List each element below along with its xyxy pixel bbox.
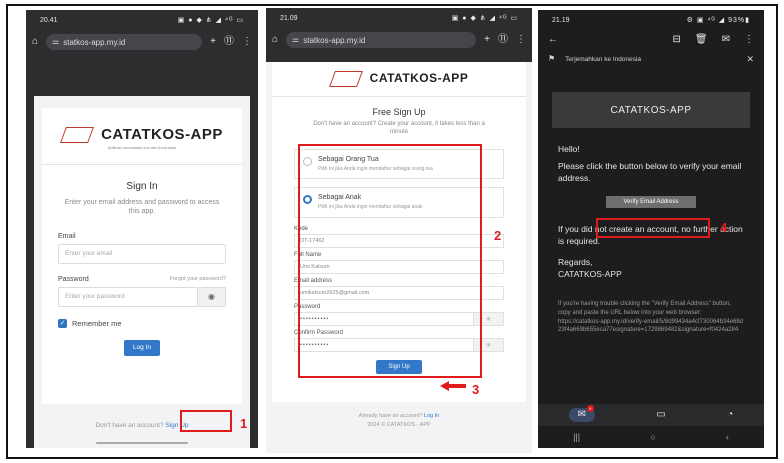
page-description: Don't have an account? Create your accou…	[313, 121, 485, 135]
email-regards: Regards,	[558, 257, 593, 268]
meet-icon[interactable]: ◔	[727, 410, 733, 420]
system-nav-bar: ||| ○ ‹	[538, 426, 764, 448]
email-instruction: Please click the button below to verify …	[558, 161, 742, 183]
url-text: statkos-app.my.id	[63, 37, 126, 47]
logo-mark-icon	[61, 124, 93, 144]
archive-icon[interactable]: ⊟	[673, 35, 681, 45]
browser-menu-icon[interactable]: ⋮	[516, 35, 526, 45]
password-label: Password	[58, 275, 89, 283]
sign-in-page: CATATKOS-APP Aplikasi pencatatan kos dan…	[34, 96, 250, 448]
home-button-icon[interactable]: ○	[650, 432, 655, 442]
browser-url-bar: ⌂ ⚌ statkos-app.my.id + ⑪ ⋮	[266, 28, 532, 52]
translate-text[interactable]: Terjemahkan ke Indonesia	[565, 56, 641, 63]
remember-me[interactable]: ✓ Remember me	[58, 318, 226, 328]
already-account-text: Already have an account?	[358, 413, 423, 419]
translate-bar[interactable]: ⚑ Terjemahkan ke Indonesia ✕	[538, 50, 764, 68]
remember-checkbox-icon[interactable]: ✓	[58, 318, 67, 328]
remember-label: Remember me	[72, 318, 122, 328]
status-time: 21.09	[280, 14, 298, 22]
logo-text: CATATKOS-APP	[369, 71, 469, 85]
verify-url-link[interactable]: https://catatkos-app.my.id/verify-email/…	[558, 318, 744, 334]
tabs-count-icon[interactable]: ⑪	[498, 35, 508, 45]
home-indicator	[96, 442, 188, 444]
back-arrow-icon[interactable]: ←	[548, 35, 558, 45]
site-settings-icon[interactable]: ⚌	[292, 36, 299, 44]
mail-tab[interactable]: ✉ 9	[568, 405, 595, 422]
status-time: 21.19	[552, 16, 570, 24]
annotation-number-3: 3	[472, 382, 480, 397]
close-icon[interactable]: ✕	[746, 54, 754, 64]
copyright-text: 2024 © CATATKOS - APP	[367, 421, 431, 428]
sign-up-footer: Already have an account? Log In 2024 © C…	[266, 412, 532, 430]
logo-text: CATATKOS-APP	[101, 125, 223, 143]
more-menu-icon[interactable]: ⋮	[744, 35, 754, 45]
recents-icon[interactable]: |||	[573, 432, 580, 442]
mail-bottom-nav: ✉ 9 ▭ ◔	[538, 404, 764, 426]
annotation-box-form	[298, 144, 482, 378]
new-tab-icon[interactable]: +	[210, 37, 216, 47]
home-icon[interactable]: ⌂	[272, 35, 278, 45]
no-account-text: Don't have an account?	[95, 422, 164, 429]
delete-icon[interactable]: 🗑	[695, 35, 708, 45]
status-bar: 21.09 ▣ ● ◆ ⋔ ◢ ⁴ᴳ ▭	[266, 8, 532, 28]
sign-in-card: CATATKOS-APP Aplikasi pencatatan kos dan…	[42, 108, 242, 404]
status-icons: ▣ ● ◆ ⋔ ◢ ⁴ᴳ ▭	[451, 15, 518, 22]
url-field[interactable]: ⚌ statkos-app.my.id	[46, 34, 203, 50]
log-in-link[interactable]: Log In	[424, 413, 439, 419]
status-time: 20.41	[40, 16, 58, 24]
browser-menu-icon[interactable]: ⋮	[242, 37, 252, 47]
logo-subtitle: Aplikasi pencatatan kos dan kontrakan	[107, 145, 177, 150]
chat-icon[interactable]: ▭	[656, 410, 665, 420]
new-tab-icon[interactable]: +	[484, 35, 490, 45]
email-signature: CATATKOS-APP	[558, 268, 622, 279]
forgot-password-link[interactable]: Forgot your password?	[170, 276, 226, 283]
browser-url-bar: ⌂ ⚌ statkos-app.my.id + ⑪ ⋮	[26, 30, 258, 54]
divider	[272, 96, 526, 97]
mail-toolbar: ← ⊟ 🗑 ✉ ⋮	[538, 30, 764, 50]
page-title: Free Sign Up	[372, 107, 426, 117]
app-logo: CATATKOS-APP	[42, 124, 242, 144]
logo-mark-icon	[330, 68, 362, 88]
email-header: CATATKOS-APP	[552, 92, 750, 128]
status-icons: ▣ ● ◆ ⋔ ◢ ⁴ᴳ ▭	[177, 17, 244, 24]
page-description: Enter your email address and password to…	[64, 199, 220, 216]
email-input[interactable]: Enter your email	[58, 243, 226, 264]
verify-email-button[interactable]: Verify Email Address	[606, 196, 696, 209]
password-input[interactable]: Enter your password	[58, 286, 198, 307]
mail-icon: ✉	[577, 409, 586, 420]
site-settings-icon[interactable]: ⚌	[52, 38, 59, 46]
email-label: Email	[58, 232, 76, 240]
annotation-box-signup	[180, 410, 232, 432]
login-button[interactable]: Log In	[124, 339, 160, 356]
annotation-number-1: 1	[240, 416, 248, 431]
annotation-number-2: 2	[494, 228, 502, 243]
email-trouble-text: If you're having trouble clicking the "V…	[558, 301, 731, 316]
email-greeting: Hello!	[558, 144, 580, 154]
unread-badge: 9	[586, 405, 594, 412]
url-text: statkos-app.my.id	[303, 35, 366, 45]
annotation-arrow-icon	[440, 381, 466, 391]
mail-actions: ⊟ 🗑 ✉ ⋮	[673, 35, 754, 45]
status-bar: 20.41 ▣ ● ◆ ⋔ ◢ ⁴ᴳ ▭	[26, 10, 258, 30]
email-body: CATATKOS-APP Hello! Please click the but…	[538, 72, 764, 408]
app-logo: CATATKOS-APP	[272, 68, 526, 88]
phone-sign-in: 20.41 ▣ ● ◆ ⋔ ◢ ⁴ᴳ ▭ ⌂ ⚌ statkos-app.my.…	[26, 10, 258, 448]
back-button-icon[interactable]: ‹	[726, 432, 729, 442]
translate-icon: ⚑	[548, 54, 556, 63]
mark-unread-icon[interactable]: ✉	[722, 35, 730, 45]
annotation-number-4: 4	[720, 220, 728, 235]
tabs-count-icon[interactable]: ⑪	[224, 37, 234, 47]
divider	[42, 164, 242, 165]
password-label-row: Password Forgot your password?	[58, 276, 226, 283]
page-title: Sign In	[126, 181, 158, 192]
url-field[interactable]: ⚌ statkos-app.my.id	[286, 32, 477, 48]
home-icon[interactable]: ⌂	[32, 37, 38, 47]
status-bar: 21.19 ⚙ ▣ ⁴ᴳ ◢ 93%▮	[538, 10, 764, 30]
show-password-icon[interactable]: ◉	[198, 286, 226, 307]
annotation-box-verify	[596, 218, 710, 238]
password-group: Enter your password ◉	[58, 286, 226, 307]
status-icons: ⚙ ▣ ⁴ᴳ ◢ 93%▮	[686, 17, 750, 24]
